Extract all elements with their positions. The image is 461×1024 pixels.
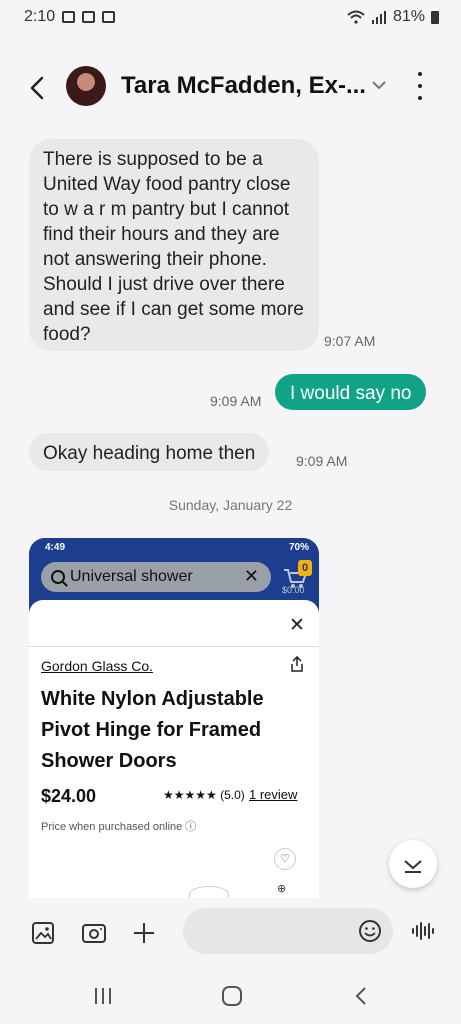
battery-icon <box>431 10 439 24</box>
chevron-down-icon[interactable] <box>370 76 388 94</box>
screenshot-status-bar: 4:49 70% <box>45 542 309 553</box>
product-rating: ★★★★★ (5.0) <box>163 788 245 802</box>
zoom-icon: ⊕ <box>277 883 287 895</box>
screenshot-status-battery: 70% <box>288 542 309 553</box>
cart-count-badge: 0 <box>298 560 312 576</box>
close-icon: ✕ <box>289 615 305 636</box>
message-input[interactable] <box>183 908 393 954</box>
message-bubble-incoming[interactable]: There is supposed to be a United Way foo… <box>29 139 319 351</box>
product-image <box>189 886 229 898</box>
battery-percent: 81% <box>392 8 425 25</box>
system-nav-bar <box>0 968 461 1024</box>
gmail-notification-icon <box>82 11 96 23</box>
clear-icon: ✕ <box>243 566 259 586</box>
status-left: 2:10 <box>24 8 116 26</box>
message-composer <box>0 898 461 968</box>
divider <box>29 646 319 647</box>
wifi-icon <box>347 10 365 24</box>
gallery-notification-icon <box>62 11 76 23</box>
recent-apps-icon[interactable] <box>91 984 115 1008</box>
contact-name[interactable]: Tara McFadden, Ex-... <box>121 72 366 100</box>
home-icon[interactable] <box>220 984 244 1008</box>
app-notification-icon <box>102 11 116 23</box>
back-nav-icon[interactable] <box>350 984 374 1008</box>
more-vert-icon[interactable] <box>410 72 430 100</box>
cart-total: $0.00 <box>282 585 305 595</box>
screenshot-product-sheet: ✕ Gordon Glass Co. White Nylon Adjustabl… <box>29 600 319 898</box>
message-time: 9:09 AM <box>210 393 262 409</box>
signal-icon <box>371 11 386 24</box>
screenshot-status-time: 4:49 <box>45 542 66 553</box>
message-time: 9:07 AM <box>324 333 376 349</box>
status-right: 81% <box>347 8 439 26</box>
date-separator: Sunday, January 22 <box>168 497 293 513</box>
heart-icon: ♡ <box>274 848 296 870</box>
message-bubble-incoming[interactable]: Okay heading home then <box>29 433 270 471</box>
share-icon <box>291 656 303 672</box>
shared-screenshot[interactable]: 4:49 70% Universal shower ✕ 0 $0.00 ✕ Go… <box>29 538 319 898</box>
status-time: 2:10 <box>24 8 56 25</box>
camera-icon[interactable] <box>81 920 107 946</box>
review-count: 1 review <box>249 787 298 802</box>
screenshot-search-bar: Universal shower ✕ <box>41 562 271 592</box>
scroll-to-bottom-button[interactable] <box>389 840 437 888</box>
price-note: Price when purchased online ⓘ <box>41 821 197 833</box>
chevron-down-icon <box>404 860 422 873</box>
avatar[interactable] <box>66 66 106 106</box>
product-title: White Nylon Adjustable Pivot Hinge for F… <box>41 688 264 772</box>
conversation-header: Tara McFadden, Ex-... <box>0 58 461 118</box>
product-price: $24.00 <box>41 786 97 806</box>
back-arrow-icon[interactable] <box>24 72 52 104</box>
message-bubble-outgoing[interactable]: I would say no <box>275 374 427 410</box>
voice-icon[interactable] <box>410 918 436 944</box>
search-icon <box>51 570 65 584</box>
gallery-icon[interactable] <box>31 920 57 946</box>
message-time: 9:09 AM <box>296 453 348 469</box>
screenshot-search-text: Universal shower <box>70 568 193 585</box>
emoji-icon[interactable] <box>357 918 383 944</box>
seller-name: Gordon Glass Co. <box>41 658 154 674</box>
plus-icon[interactable] <box>131 920 157 946</box>
status-bar: 2:10 81% <box>0 0 461 34</box>
